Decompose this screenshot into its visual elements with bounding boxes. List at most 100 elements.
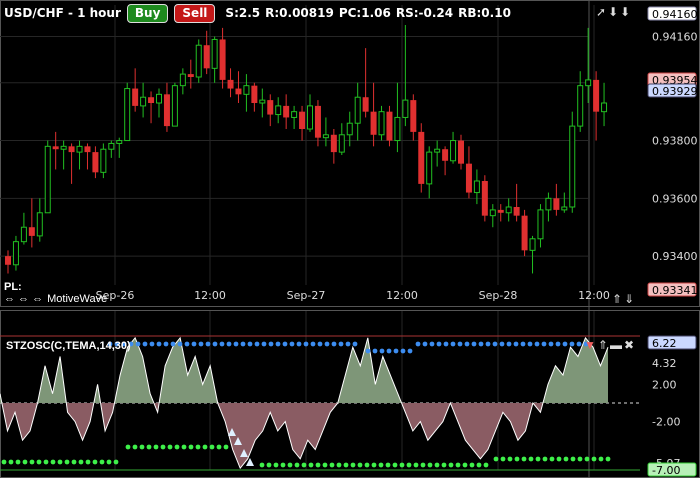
- oscillator-blue-dot: [198, 341, 204, 347]
- oscillator-green-dot: [469, 462, 475, 468]
- oscillator-green-dot: [448, 462, 454, 468]
- candle-body: [346, 122, 353, 136]
- oscillator-blue-dot: [352, 341, 358, 347]
- osc-close-icon[interactable]: ✖: [624, 338, 636, 352]
- osc-triangle-icon[interactable]: ▼: [584, 338, 598, 352]
- oscillator-blue-dot: [513, 341, 519, 347]
- candle-body: [537, 209, 544, 240]
- oscillator-green-dot: [280, 462, 286, 468]
- chart-header: USD/CHF - 1 hour Buy Sell S:2.5 R:0.00819…: [4, 3, 516, 23]
- candle-body: [561, 206, 568, 211]
- oscillator-green-dot: [549, 456, 555, 462]
- oscillator-level-label: -7.00: [652, 464, 680, 477]
- scroll-arrows-icon[interactable]: ⇔ ⇔ ⇔: [4, 293, 43, 305]
- oscillator-blue-dot: [429, 341, 435, 347]
- oscillator-green-dot: [209, 444, 215, 450]
- candle-body: [195, 44, 202, 78]
- oscillator-blue-dot: [407, 348, 413, 354]
- candle-body: [410, 100, 417, 132]
- candle-body: [132, 88, 139, 106]
- candle-body: [171, 85, 178, 127]
- expand-down-icon[interactable]: ⬇: [608, 5, 620, 19]
- oscillator-green-dot: [535, 456, 541, 462]
- oscillator-blue-dot: [422, 341, 428, 347]
- oscillator-green-dot: [273, 462, 279, 468]
- oscillator-blue-dot: [261, 341, 267, 347]
- price-tick-label: 0.93600: [652, 192, 698, 205]
- oscillator-green-dot: [146, 444, 152, 450]
- candle-body: [235, 88, 242, 95]
- time-tick-label: Sep-28: [479, 289, 518, 302]
- candle-body: [553, 198, 560, 210]
- candle-body: [36, 212, 43, 237]
- price-panel-bottom-controls[interactable]: ⇑⇓: [612, 292, 636, 306]
- oscillator-green-dot: [15, 459, 21, 465]
- pl-label: PL:: [4, 281, 22, 293]
- candle-body: [513, 207, 520, 216]
- candle-body: [251, 85, 258, 103]
- osc-up-icon[interactable]: ⇑: [598, 338, 610, 352]
- oscillator-blue-dot: [492, 341, 498, 347]
- oscillator-blue-dot: [184, 341, 190, 347]
- candle-body: [585, 79, 592, 87]
- candle-body: [465, 163, 472, 193]
- oscillator-blue-dot: [240, 341, 246, 347]
- osc-panel-controls[interactable]: ▼⇑▬✖: [584, 338, 636, 352]
- move-down-icon[interactable]: ⇓: [624, 292, 636, 306]
- oscillator-blue-dot: [149, 341, 155, 347]
- collapse-down-icon[interactable]: ⬇: [620, 5, 632, 19]
- oscillator-blue-dot: [457, 341, 463, 347]
- brand-label: MotiveWave: [47, 293, 108, 305]
- candle-body: [569, 125, 576, 208]
- candle-body: [227, 79, 234, 89]
- candle-body: [577, 85, 584, 127]
- candle-body: [473, 180, 480, 194]
- trading-chart[interactable]: 0.941600.940000.938000.936000.93400Sep-2…: [0, 0, 700, 478]
- oscillator-green-dot: [507, 456, 513, 462]
- oscillator-green-dot: [202, 444, 208, 450]
- oscillator-green-dot: [385, 462, 391, 468]
- oscillator-blue-dot: [163, 341, 169, 347]
- candle-body: [330, 134, 337, 153]
- oscillator-blue-dot: [331, 341, 337, 347]
- oscillator-level-label: 2.00: [652, 378, 677, 391]
- candle-body: [434, 148, 441, 153]
- oscillator-green-dot: [71, 459, 77, 465]
- buy-button[interactable]: Buy: [126, 3, 169, 23]
- candle-body: [593, 79, 600, 112]
- sell-button[interactable]: Sell: [174, 3, 216, 23]
- oscillator-green-dot: [259, 462, 265, 468]
- candle-body: [378, 111, 385, 136]
- oscillator-green-dot: [329, 462, 335, 468]
- osc-maximize-icon[interactable]: ▬: [610, 338, 624, 352]
- oscillator-green-dot: [556, 456, 562, 462]
- oscillator-green-dot: [153, 444, 159, 450]
- oscillator-green-dot: [8, 459, 14, 465]
- maximize-arrows-icon[interactable]: ➚: [596, 5, 608, 19]
- candle-body: [219, 39, 226, 80]
- candle-body: [442, 149, 449, 161]
- price-label: 0.93929: [652, 85, 698, 98]
- price-panel-controls[interactable]: ➚⬇⬇: [596, 5, 632, 19]
- candle-body: [124, 88, 131, 142]
- oscillator-blue-dot: [393, 348, 399, 354]
- move-up-icon[interactable]: ⇑: [612, 292, 624, 306]
- candle-body: [322, 134, 329, 139]
- price-tick-label: 0.94160: [652, 31, 698, 44]
- oscillator-blue-dot: [464, 341, 470, 347]
- candle-body: [386, 111, 393, 141]
- oscillator-green-dot: [132, 444, 138, 450]
- oscillator-green-dot: [406, 462, 412, 468]
- candle-body: [267, 100, 274, 115]
- candle-body: [275, 105, 282, 116]
- oscillator-green-dot: [36, 459, 42, 465]
- oscillator-blue-dot: [485, 341, 491, 347]
- stat-s: S:2.5: [225, 6, 261, 20]
- oscillator-green-dot: [64, 459, 70, 465]
- oscillator-green-dot: [50, 459, 56, 465]
- stat-r: R:0.00819: [265, 6, 334, 20]
- oscillator-blue-dot: [450, 341, 456, 347]
- oscillator-green-dot: [188, 444, 194, 450]
- oscillator-green-dot: [160, 444, 166, 450]
- oscillator-green-dot: [57, 459, 63, 465]
